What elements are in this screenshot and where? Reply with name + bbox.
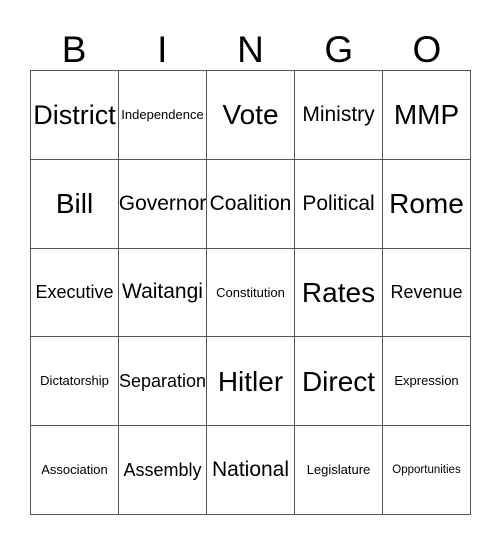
bingo-card: B I N G O District Independence Vote Min… bbox=[0, 0, 500, 544]
bingo-cell-label: Expression bbox=[394, 373, 459, 389]
bingo-cell[interactable]: Independence bbox=[119, 71, 207, 160]
bingo-cell-label: Assembly bbox=[123, 459, 202, 480]
bingo-cell-label: Separation bbox=[119, 370, 207, 391]
bingo-header-letter-i: I bbox=[157, 29, 168, 70]
bingo-grid: District Independence Vote Ministry MMP … bbox=[30, 70, 471, 515]
bingo-cell[interactable]: Rates bbox=[295, 248, 383, 338]
bingo-cell-label: Bill bbox=[55, 188, 94, 219]
bingo-cell-label: National bbox=[211, 458, 290, 482]
bingo-cell[interactable]: Legislature bbox=[295, 426, 383, 515]
bingo-cell[interactable]: Dictatorship bbox=[31, 337, 119, 427]
bingo-cell[interactable]: MMP bbox=[383, 71, 471, 160]
bingo-cell-label: Coalition bbox=[209, 191, 292, 215]
bingo-cell[interactable]: Vote bbox=[207, 71, 295, 160]
bingo-cell-label: Constitution bbox=[216, 284, 285, 300]
bingo-cell[interactable]: Coalition bbox=[207, 159, 295, 249]
bingo-cell[interactable]: Constitution bbox=[207, 248, 295, 338]
bingo-cell-label: District bbox=[33, 99, 116, 130]
bingo-cell[interactable]: Governor bbox=[119, 159, 207, 249]
bingo-cell-label: Rome bbox=[389, 188, 464, 219]
bingo-cell-label: MMP bbox=[393, 99, 460, 131]
bingo-cell[interactable]: Direct bbox=[295, 337, 383, 427]
bingo-cell-label: Hitler bbox=[217, 365, 284, 397]
bingo-cell[interactable]: Executive bbox=[31, 248, 119, 338]
bingo-cell[interactable]: Revenue bbox=[383, 248, 471, 338]
bingo-header-row: B I N G O bbox=[30, 20, 471, 70]
bingo-cell-label: Rates bbox=[301, 276, 376, 308]
bingo-cell[interactable]: Political bbox=[295, 159, 383, 249]
bingo-cell[interactable]: Separation bbox=[119, 337, 207, 427]
bingo-cell-label: Revenue bbox=[390, 282, 463, 303]
bingo-cell-label: Dictatorship bbox=[40, 373, 109, 389]
bingo-cell[interactable]: National bbox=[207, 426, 295, 515]
bingo-header-letter-b: B bbox=[61, 29, 87, 70]
bingo-cell-label: Association bbox=[41, 462, 108, 478]
bingo-cell-label: Political bbox=[302, 191, 375, 215]
bingo-cell[interactable]: Waitangi bbox=[119, 248, 207, 338]
bingo-cell[interactable]: Rome bbox=[383, 159, 471, 249]
bingo-header-letter-n: N bbox=[237, 29, 264, 70]
bingo-cell-label: Independence bbox=[121, 107, 204, 123]
bingo-cell[interactable]: Opportunities bbox=[383, 426, 471, 515]
bingo-cell-label: Opportunities bbox=[392, 464, 461, 477]
bingo-cell[interactable]: Expression bbox=[383, 337, 471, 427]
bingo-header-letter-g: G bbox=[324, 29, 354, 70]
bingo-cell-label: Direct bbox=[301, 365, 376, 397]
bingo-cell[interactable]: Hitler bbox=[207, 337, 295, 427]
bingo-cell-label: Governor bbox=[119, 191, 207, 215]
bingo-cell-label: Executive bbox=[35, 282, 114, 303]
bingo-cell-label: Legislature bbox=[306, 462, 371, 478]
bingo-cell[interactable]: Association bbox=[31, 426, 119, 515]
bingo-cell-label: Waitangi bbox=[122, 280, 203, 304]
bingo-cell[interactable]: Bill bbox=[31, 159, 119, 249]
bingo-header-letter-o: O bbox=[412, 29, 442, 70]
bingo-cell-label: Vote bbox=[222, 99, 279, 131]
bingo-cell[interactable]: Assembly bbox=[119, 426, 207, 515]
bingo-cell-label: Ministry bbox=[302, 102, 375, 126]
bingo-cell[interactable]: District bbox=[31, 71, 119, 160]
bingo-cell[interactable]: Ministry bbox=[295, 71, 383, 160]
